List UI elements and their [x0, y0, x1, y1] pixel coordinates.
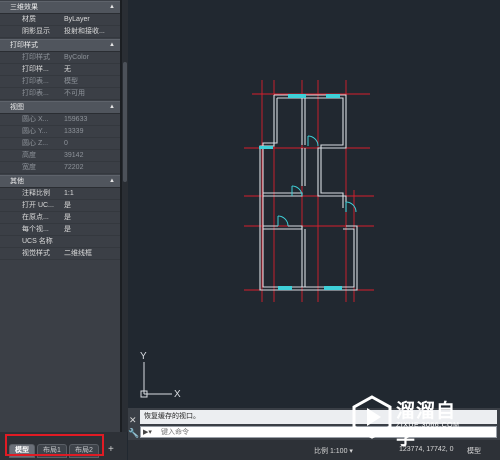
properties-palette: 三维效果 ▲ 材质 ByLayer 阴影显示 投射和接收... 打印样式 ▲ 打印样式 ByCol…: [0, 0, 121, 432]
property-row[interactable]: 圆心 X... 159633: [0, 114, 120, 126]
collapse-icon[interactable]: ▲: [109, 102, 115, 113]
property-label: 注释比例: [22, 190, 50, 197]
ucs-y-label: Y: [140, 351, 147, 362]
property-row[interactable]: 视觉样式 二维线框: [0, 248, 120, 260]
property-value[interactable]: 是: [64, 200, 120, 211]
section-header[interactable]: 其他 ▲: [0, 175, 120, 188]
property-value: 159633: [64, 116, 88, 123]
property-value[interactable]: 二维线框: [64, 248, 120, 259]
property-label: 圆心 Y...: [22, 128, 48, 135]
property-row[interactable]: 注释比例 1:1: [0, 188, 120, 200]
property-label: 圆心 Z...: [22, 140, 49, 147]
section-header[interactable]: 视图 ▲: [0, 101, 120, 114]
property-value[interactable]: 投射和接收...: [64, 26, 120, 37]
walls: [259, 94, 358, 291]
wrench-icon[interactable]: 🔧: [128, 428, 139, 439]
property-row[interactable]: 打印表... 模型: [0, 76, 120, 88]
property-row[interactable]: 打印表... 不可用: [0, 88, 120, 100]
property-value[interactable]: 无: [64, 64, 120, 75]
watermark-logo-icon: [352, 395, 392, 439]
ucs-x-label: X: [174, 389, 181, 400]
property-label: 打开 UC...: [22, 202, 54, 209]
close-icon[interactable]: ✕: [129, 415, 137, 426]
property-row[interactable]: 宽度 72202: [0, 162, 120, 174]
property-value[interactable]: 1:1: [64, 188, 120, 199]
property-row[interactable]: 打印样式 ByColor: [0, 52, 120, 64]
command-prompt-icon[interactable]: ▶▾: [143, 428, 152, 436]
property-label: 打印表...: [22, 78, 49, 85]
property-value: 13339: [64, 128, 84, 135]
property-label: 每个视...: [22, 226, 49, 233]
property-value: 0: [64, 140, 68, 147]
property-row[interactable]: 每个视... 是: [0, 224, 120, 236]
property-label: UCS 名称: [22, 238, 53, 245]
property-row[interactable]: 材质 ByLayer: [0, 14, 120, 26]
property-label: 打印样式: [22, 54, 50, 61]
section-title: 打印样式: [10, 42, 38, 49]
property-label: 打印表...: [22, 90, 49, 97]
property-row[interactable]: 阴影显示 投射和接收...: [0, 26, 120, 38]
property-label: 阴影显示: [22, 28, 50, 35]
property-label: 宽度: [22, 164, 36, 171]
property-row[interactable]: 高度 39142: [0, 150, 120, 162]
property-label: 视觉样式: [22, 250, 50, 257]
section-header[interactable]: 打印样式 ▲: [0, 39, 120, 52]
drawing-canvas[interactable]: [128, 0, 500, 408]
property-value: 39142: [64, 152, 84, 159]
property-value[interactable]: 是: [64, 224, 120, 235]
collapse-icon[interactable]: ▲: [109, 2, 115, 13]
ucs-icon: Y X: [140, 351, 181, 400]
windows: [259, 94, 342, 290]
section-title: 三维效果: [10, 4, 38, 11]
property-row[interactable]: UCS 名称: [0, 236, 120, 248]
property-value: 不可用: [64, 90, 85, 97]
watermark-subtitle: ZIXUE.3066.COM: [396, 422, 460, 429]
section-title: 其他: [10, 178, 24, 185]
property-row[interactable]: 打印样... 无: [0, 64, 120, 76]
collapse-icon[interactable]: ▲: [109, 40, 115, 51]
property-value: 模型: [64, 78, 78, 85]
property-label: 高度: [22, 152, 36, 159]
property-value: 72202: [64, 164, 84, 171]
tab-highlight-box: [5, 434, 104, 456]
floor-plan-drawing: [244, 80, 374, 302]
property-row[interactable]: 圆心 Y... 13339: [0, 126, 120, 138]
collapse-icon[interactable]: ▲: [109, 176, 115, 187]
annotation-scale[interactable]: 比例 1:100 ▾: [314, 446, 353, 456]
property-label: 材质: [22, 16, 36, 23]
property-value[interactable]: ByLayer: [64, 14, 120, 25]
doors: [277, 135, 357, 227]
property-row[interactable]: 在原点... 是: [0, 212, 120, 224]
property-value: ByColor: [64, 54, 89, 61]
property-label: 圆心 X...: [22, 116, 49, 123]
section-header[interactable]: 三维效果 ▲: [0, 1, 120, 14]
property-value[interactable]: 是: [64, 212, 120, 223]
section-title: 视图: [10, 104, 24, 111]
add-layout-button[interactable]: +: [108, 444, 114, 455]
watermark: 溜溜自学 ZIXUE.3066.COM: [352, 393, 470, 449]
property-label: 打印样...: [22, 66, 49, 73]
property-row[interactable]: 打开 UC... 是: [0, 200, 120, 212]
properties-scrollbar[interactable]: [121, 0, 128, 432]
scrollbar-thumb[interactable]: [123, 62, 127, 182]
property-row[interactable]: 圆心 Z... 0: [0, 138, 120, 150]
property-label: 在原点...: [22, 214, 49, 221]
